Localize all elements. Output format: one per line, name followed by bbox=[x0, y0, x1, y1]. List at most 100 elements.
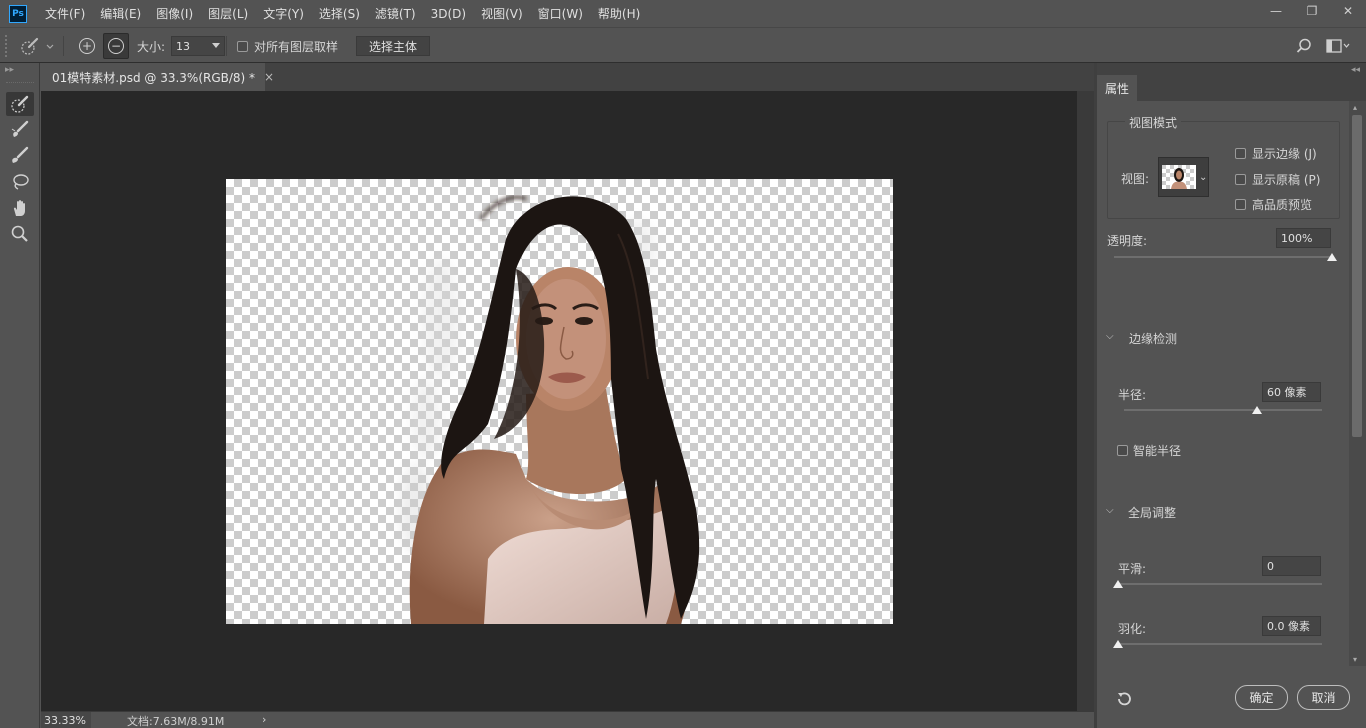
size-label: 大小: bbox=[137, 40, 166, 54]
smart-radius-checkbox[interactable] bbox=[1117, 445, 1128, 456]
menu-layer[interactable]: 图层(L) bbox=[208, 5, 248, 22]
smooth-label: 平滑: bbox=[1118, 562, 1147, 576]
subject-cutout bbox=[400, 195, 700, 624]
workspace-icon[interactable] bbox=[1326, 39, 1350, 56]
menu-3d[interactable]: 3D(D) bbox=[431, 7, 466, 21]
edge-detection-title[interactable]: 边缘检测 bbox=[1129, 330, 1177, 347]
hand-tool[interactable] bbox=[6, 196, 34, 220]
edge-detection-chevron-icon[interactable]: ⌵ bbox=[1106, 331, 1114, 342]
add-to-selection-icon[interactable]: + bbox=[79, 38, 95, 54]
select-subject-wrap: 选择主体 bbox=[356, 36, 430, 56]
smooth-slider-track[interactable] bbox=[1118, 583, 1322, 585]
restore-button[interactable]: ❐ bbox=[1294, 0, 1330, 22]
properties-scroll-thumb[interactable] bbox=[1352, 115, 1362, 437]
document-size-info: 文档:7.63M/8.91M bbox=[127, 715, 225, 728]
menu-filter[interactable]: 滤镜(T) bbox=[375, 5, 416, 22]
options-grip[interactable] bbox=[5, 35, 10, 57]
menu-select[interactable]: 选择(S) bbox=[319, 5, 360, 22]
refine-edge-brush-tool[interactable] bbox=[6, 118, 34, 142]
show-edge-checkbox[interactable] bbox=[1235, 148, 1246, 159]
show-edge-option[interactable]: 显示边缘 (J) bbox=[1235, 145, 1317, 162]
menu-image[interactable]: 图像(I) bbox=[156, 5, 193, 22]
menu-type[interactable]: 文字(Y) bbox=[263, 5, 304, 22]
opacity-input[interactable]: 100% bbox=[1276, 228, 1331, 248]
minimize-button[interactable]: — bbox=[1258, 0, 1294, 22]
select-subject-button[interactable]: 选择主体 bbox=[356, 36, 430, 56]
global-refine-title[interactable]: 全局调整 bbox=[1128, 504, 1176, 521]
tool-preset-picker[interactable] bbox=[20, 37, 56, 58]
document-image[interactable] bbox=[226, 179, 893, 624]
view-mode-dropdown[interactable]: ⌄ bbox=[1158, 157, 1209, 197]
show-edge-label: 显示边缘 (J) bbox=[1252, 147, 1317, 161]
sample-all-layers-checkbox[interactable] bbox=[237, 41, 248, 52]
view-thumbnail-icon bbox=[1162, 165, 1196, 189]
lasso-tool[interactable] bbox=[6, 170, 34, 194]
reset-icon[interactable] bbox=[1115, 690, 1133, 711]
properties-scrollbar[interactable]: ▴ ▾ bbox=[1349, 101, 1366, 666]
hq-preview-checkbox[interactable] bbox=[1235, 199, 1246, 210]
menu-help[interactable]: 帮助(H) bbox=[598, 5, 640, 22]
zoom-icon bbox=[11, 225, 28, 242]
properties-tab[interactable]: 属性 bbox=[1097, 75, 1137, 101]
radius-input[interactable]: 60 像素 bbox=[1262, 382, 1321, 402]
sample-all-layers-option[interactable]: 对所有图层取样 bbox=[237, 38, 338, 55]
smooth-input[interactable]: 0 bbox=[1262, 556, 1321, 576]
chevron-down-icon: ⌄ bbox=[1199, 171, 1208, 183]
quick-selection-preset-icon bbox=[21, 37, 54, 55]
show-original-option[interactable]: 显示原稿 (P) bbox=[1235, 171, 1320, 188]
opacity-slider-thumb[interactable] bbox=[1327, 253, 1337, 261]
brush-tool[interactable] bbox=[6, 144, 34, 168]
close-button[interactable]: ✕ bbox=[1330, 0, 1366, 22]
ok-button[interactable]: 确定 bbox=[1235, 685, 1288, 710]
smooth-slider-thumb[interactable] bbox=[1113, 580, 1123, 588]
opacity-label: 透明度: bbox=[1107, 234, 1148, 248]
size-picker[interactable]: 13 bbox=[171, 36, 225, 56]
menu-file[interactable]: 文件(F) bbox=[45, 5, 85, 22]
radius-slider-thumb[interactable] bbox=[1251, 406, 1262, 414]
show-original-label: 显示原稿 (P) bbox=[1252, 173, 1321, 187]
lasso-icon bbox=[13, 174, 29, 190]
chevron-down-icon bbox=[212, 43, 220, 48]
smart-radius-option[interactable]: 智能半径 bbox=[1117, 442, 1181, 459]
scroll-up-icon[interactable]: ▴ bbox=[1353, 103, 1357, 112]
subtract-from-selection-button[interactable]: − bbox=[103, 33, 129, 59]
hand-icon bbox=[13, 200, 25, 216]
search-icon[interactable] bbox=[1296, 38, 1312, 57]
tools-panel: ▸▸ bbox=[0, 63, 40, 728]
hq-preview-label: 高品质预览 bbox=[1252, 198, 1313, 212]
sample-all-layers-label: 对所有图层取样 bbox=[254, 40, 339, 54]
scroll-down-icon[interactable]: ▾ bbox=[1353, 655, 1357, 664]
zoom-tool[interactable] bbox=[6, 222, 34, 246]
tab-close-icon[interactable]: × bbox=[264, 70, 274, 84]
menu-view[interactable]: 视图(V) bbox=[481, 5, 523, 22]
canvas-vertical-scrollbar[interactable] bbox=[1077, 91, 1094, 711]
status-bar: 33.33% 文档:7.63M/8.91M › bbox=[41, 711, 1094, 728]
feather-label: 羽化: bbox=[1118, 622, 1147, 636]
subtract-from-selection-icon: − bbox=[108, 38, 124, 54]
feather-slider-track[interactable] bbox=[1118, 643, 1322, 645]
tools-grip bbox=[6, 82, 34, 84]
panel-collapse-icon[interactable]: ▸▸ bbox=[5, 65, 14, 75]
radius-slider-track[interactable] bbox=[1124, 409, 1322, 411]
cancel-button[interactable]: 取消 bbox=[1297, 685, 1350, 710]
document-tab[interactable]: 01模特素材.psd @ 33.3%(RGB/8) * × bbox=[41, 63, 274, 91]
menu-edit[interactable]: 编辑(E) bbox=[100, 5, 141, 22]
document-tab-bar: 01模特素材.psd @ 33.3%(RGB/8) * × bbox=[41, 63, 1094, 91]
hq-preview-option[interactable]: 高品质预览 bbox=[1235, 196, 1312, 213]
global-refine-chevron-icon[interactable]: ⌵ bbox=[1106, 505, 1114, 516]
view-mode-title: 视图模式 bbox=[1125, 114, 1182, 131]
show-original-checkbox[interactable] bbox=[1235, 174, 1246, 185]
brush-icon bbox=[12, 146, 29, 163]
view-label: 视图: bbox=[1121, 172, 1150, 186]
zoom-level-field[interactable]: 33.33% bbox=[41, 712, 91, 728]
menu-window[interactable]: 窗口(W) bbox=[538, 5, 583, 22]
status-menu-arrow-icon[interactable]: › bbox=[262, 713, 266, 726]
feather-input[interactable]: 0.0 像素 bbox=[1262, 616, 1321, 636]
menu-bar: Ps 文件(F) 编辑(E) 图像(I) 图层(L) 文字(Y) 选择(S) 滤… bbox=[0, 0, 1366, 27]
window-controls: — ❐ ✕ bbox=[1258, 0, 1366, 22]
quick-selection-tool[interactable] bbox=[6, 92, 34, 116]
panel-collapse-right-icon[interactable]: ◂◂ bbox=[1351, 65, 1360, 75]
photoshop-logo: Ps bbox=[9, 4, 27, 23]
opacity-slider-track[interactable] bbox=[1114, 256, 1332, 258]
feather-slider-thumb[interactable] bbox=[1113, 640, 1123, 648]
